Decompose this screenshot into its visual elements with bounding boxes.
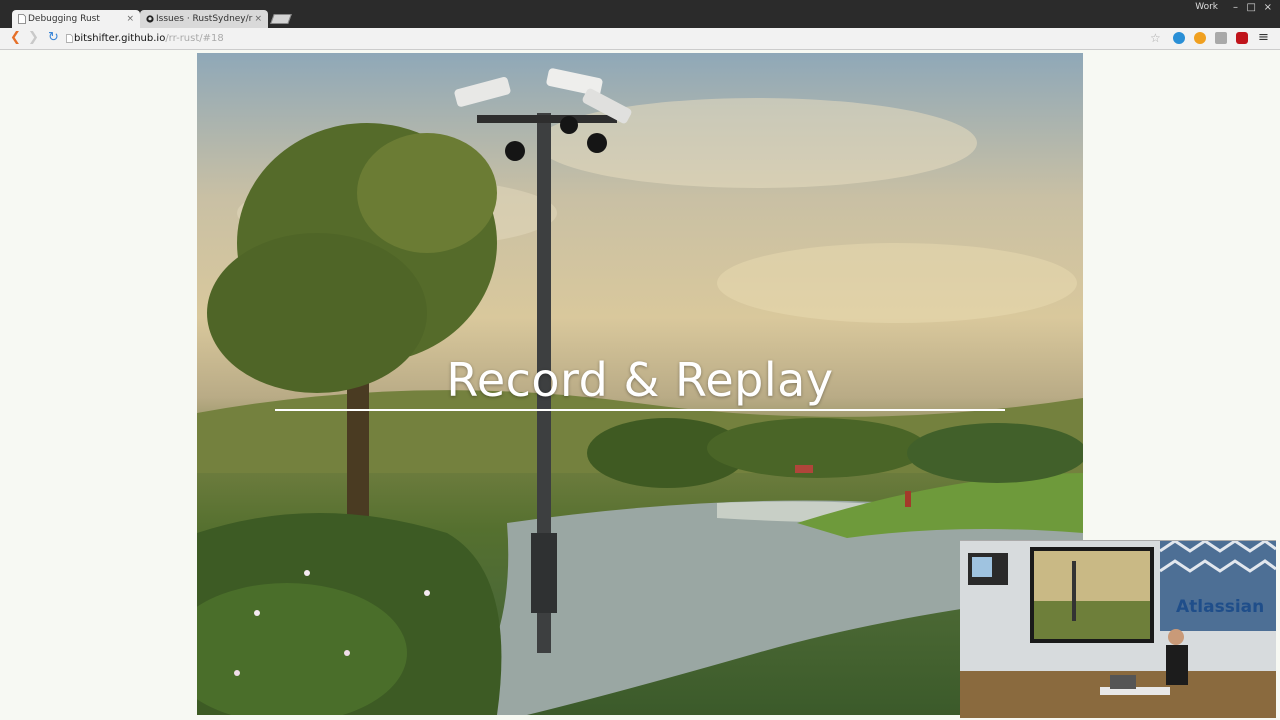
- title-underline: [275, 409, 1005, 411]
- back-arrow-icon[interactable]: ❮: [10, 31, 21, 45]
- tab-close-icon[interactable]: ×: [126, 10, 134, 28]
- forward-arrow-icon[interactable]: ❯: [28, 31, 39, 45]
- close-window-icon[interactable]: ×: [1264, 2, 1272, 13]
- maximize-icon[interactable]: □: [1247, 2, 1256, 13]
- tab-label: Issues · RustSydney/r: [156, 14, 253, 24]
- speaker-webcam-overlay: Atlassian: [960, 540, 1276, 718]
- tab-debugging-rust[interactable]: Debugging Rust ×: [12, 10, 140, 28]
- url-path: /rr-rust/#18: [165, 33, 224, 44]
- extension-icon[interactable]: [1215, 32, 1227, 44]
- menu-icon[interactable]: ≡: [1258, 30, 1269, 45]
- presentation-slide: Record & Replay: [197, 53, 1083, 715]
- minimize-icon[interactable]: –: [1233, 2, 1238, 13]
- extension-icon[interactable]: [1173, 32, 1185, 44]
- webcam-scene: [960, 541, 1276, 718]
- atlassian-sign: Atlassian: [1176, 597, 1265, 617]
- page-icon: [18, 14, 26, 24]
- new-tab-button[interactable]: [270, 14, 292, 24]
- shield-icon[interactable]: [1236, 32, 1248, 44]
- url-host: bitshifter.github.io: [74, 33, 166, 44]
- extension-icon[interactable]: [1194, 32, 1206, 44]
- slide-title: Record & Replay: [446, 353, 834, 407]
- browser-toolbar: ❮ ❯ ↻ bitshifter.github.io/rr-rust/#18 ☆…: [0, 28, 1280, 50]
- tab-label: Debugging Rust: [28, 14, 100, 24]
- tab-close-icon[interactable]: ×: [254, 10, 262, 28]
- browser-titlebar: Debugging Rust × Issues · RustSydney/r ×…: [0, 0, 1280, 28]
- address-bar[interactable]: bitshifter.github.io/rr-rust/#18: [74, 31, 1164, 47]
- bookmark-star-icon[interactable]: ☆: [1150, 31, 1161, 45]
- github-icon: [146, 15, 154, 23]
- reload-icon[interactable]: ↻: [48, 31, 59, 45]
- profile-label[interactable]: Work: [1195, 2, 1218, 12]
- tab-issues-rustsydney[interactable]: Issues · RustSydney/r ×: [140, 10, 268, 28]
- page-icon: [66, 34, 73, 43]
